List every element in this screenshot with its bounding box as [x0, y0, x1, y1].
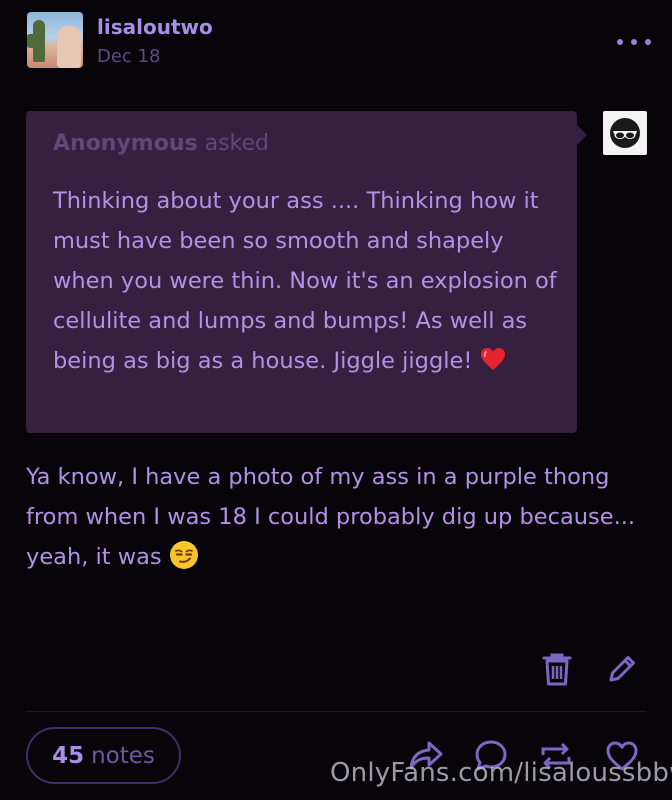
asker-verb: asked [204, 131, 270, 156]
trash-icon[interactable] [539, 650, 575, 688]
notes-label: notes [91, 742, 155, 769]
asker-line: Anonymous asked [53, 131, 269, 156]
asker-name: Anonymous [53, 131, 198, 156]
avatar[interactable] [27, 12, 83, 68]
anonymous-avatar [603, 111, 647, 155]
smirking-face-emoji-icon [169, 541, 198, 569]
pencil-icon[interactable] [604, 650, 640, 688]
question-text: Thinking about your ass .... Thinking ho… [53, 181, 558, 381]
answer-text: Ya know, I have a photo of my ass in a p… [26, 457, 646, 577]
watermark: OnlyFans.com/lisaloussbbw [330, 758, 672, 788]
avatar-figure [57, 26, 81, 68]
tumblr-post: lisaloutwo Dec 18 Anonymous asked Thinki… [0, 0, 672, 800]
ask-card: Anonymous asked Thinking about your ass … [26, 111, 587, 433]
sunglasses-icon [610, 118, 640, 148]
notes-count: 45 [52, 742, 85, 769]
answer-body: Ya know, I have a photo of my ass in a p… [26, 464, 636, 570]
post-date: Dec 18 [97, 46, 161, 67]
red-heart-emoji-icon [480, 348, 505, 370]
notes-button[interactable]: 45 notes [26, 727, 181, 784]
more-dots-icon[interactable] [617, 38, 651, 46]
avatar-cactus [27, 20, 45, 62]
divider [26, 711, 646, 712]
username[interactable]: lisaloutwo [97, 15, 213, 39]
